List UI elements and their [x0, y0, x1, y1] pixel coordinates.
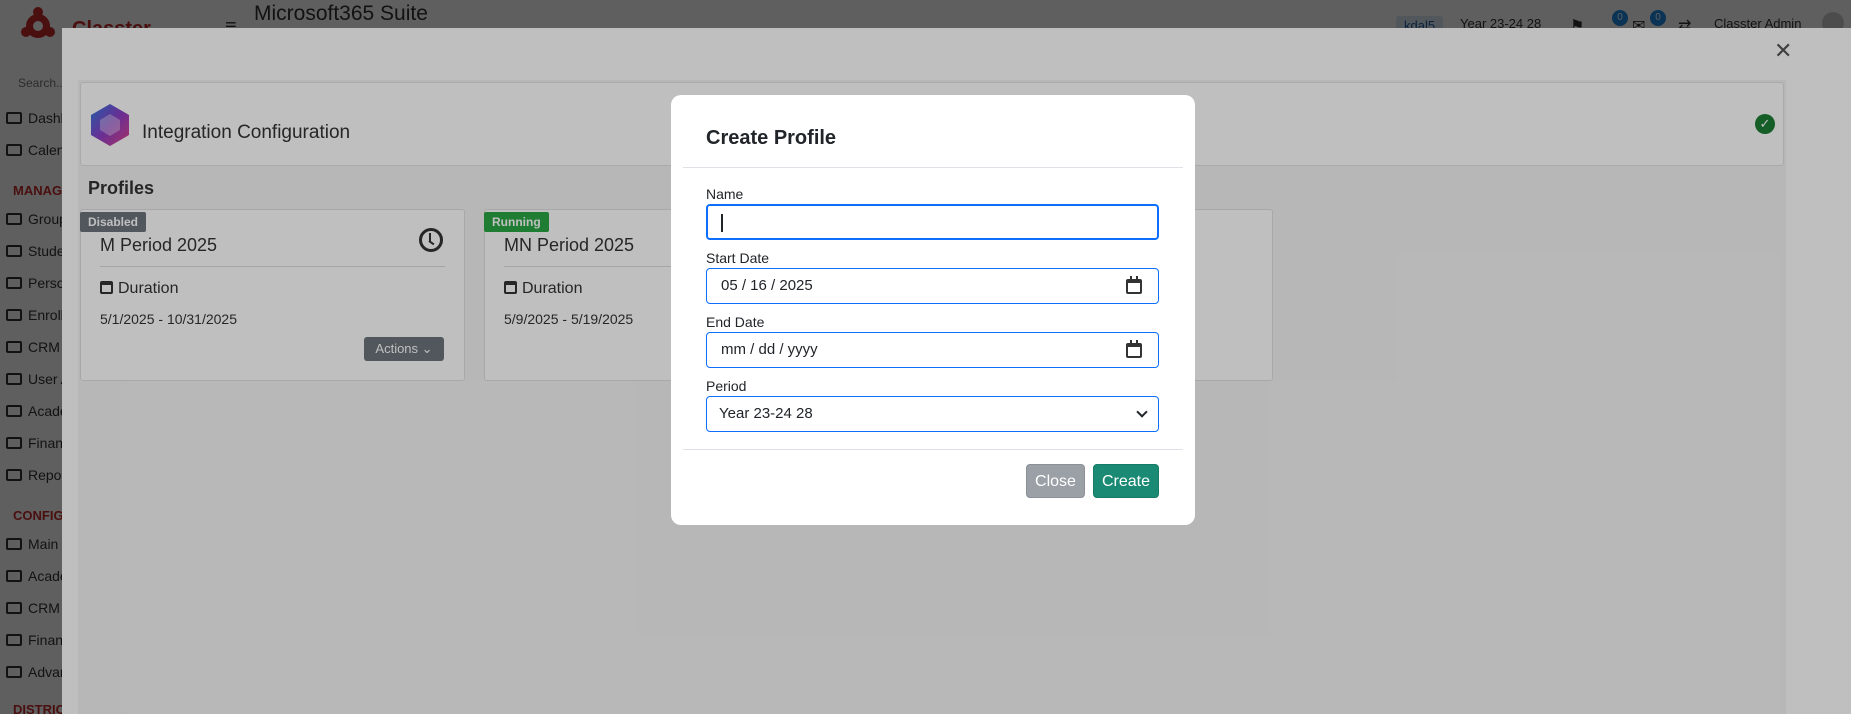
chevron-down-icon — [1136, 406, 1148, 418]
footer-divider — [683, 449, 1183, 450]
start-date-label: Start Date — [706, 250, 770, 266]
create-profile-modal: Create Profile Name Start Date 05 / 16 /… — [671, 95, 1195, 525]
header-divider — [683, 167, 1183, 168]
calendar-icon[interactable] — [1126, 340, 1142, 358]
start-date-field[interactable]: 05 / 16 / 2025 — [706, 268, 1159, 304]
modal-title: Create Profile — [706, 127, 837, 149]
period-label: Period — [706, 378, 747, 394]
end-date-label: End Date — [706, 314, 765, 330]
close-button[interactable]: Close — [1026, 464, 1085, 498]
end-date-field[interactable]: mm / dd / yyyy — [706, 332, 1159, 368]
create-button[interactable]: Create — [1093, 464, 1159, 498]
name-field[interactable] — [706, 204, 1159, 240]
end-date-placeholder: mm / dd / yyyy — [721, 341, 818, 358]
period-value: Year 23-24 28 — [719, 405, 813, 422]
name-label: Name — [706, 186, 744, 202]
period-select[interactable]: Year 23-24 28 — [706, 396, 1159, 432]
start-date-value: 05 / 16 / 2025 — [721, 277, 813, 294]
calendar-icon[interactable] — [1126, 276, 1142, 294]
text-caret — [721, 214, 723, 232]
